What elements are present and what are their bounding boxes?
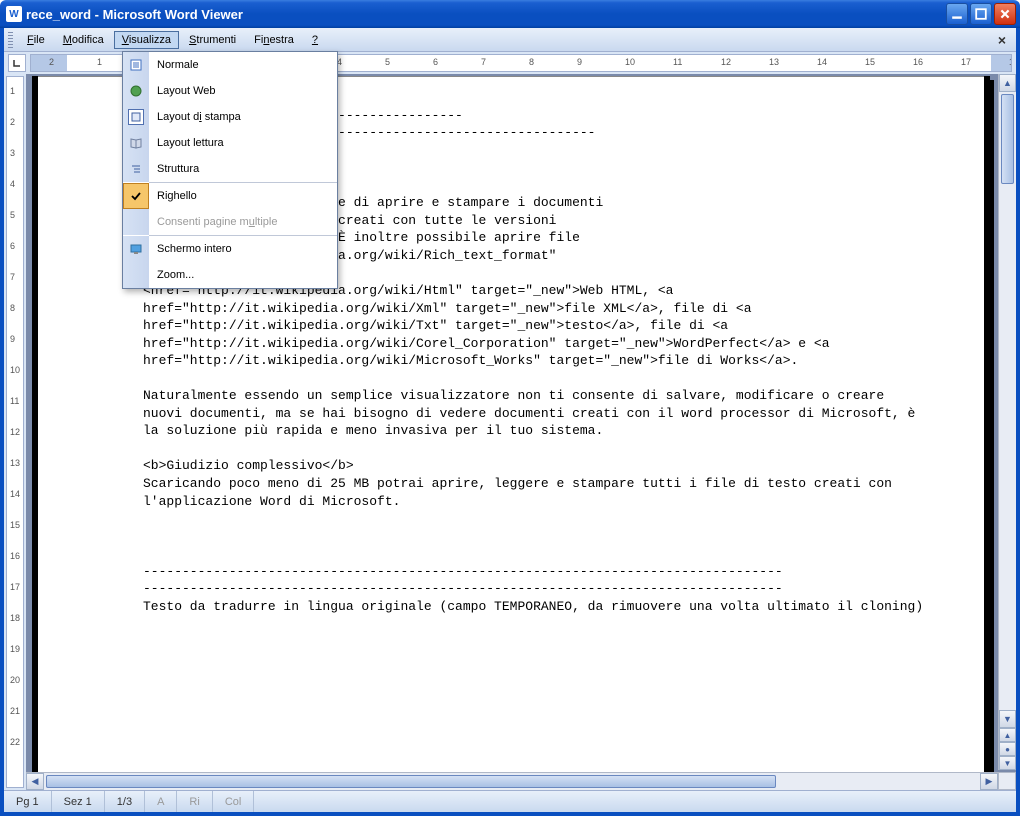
status-col: Col	[213, 791, 255, 812]
menu-file[interactable]: File	[19, 31, 53, 49]
horizontal-scrollbar[interactable]: ◀ ▶	[26, 772, 998, 790]
screen-icon	[128, 241, 144, 257]
menu-item-layout-web[interactable]: Layout Web	[123, 78, 337, 104]
scroll-right-button[interactable]: ▶	[980, 773, 998, 790]
window-frame: File Modifica Visualizza Strumenti Fines…	[0, 28, 1020, 816]
prev-page-button[interactable]: ▲	[999, 728, 1016, 742]
menu-finestra[interactable]: Finestra	[246, 31, 302, 49]
menu-item-pagine-multiple: Consenti pagine multiple	[123, 209, 337, 235]
globe-icon	[128, 83, 144, 99]
visualizza-dropdown: Normale Layout Web Layout di stampa Layo…	[122, 51, 338, 289]
status-bar: Pg 1 Sez 1 1/3 A Ri Col	[4, 790, 1016, 812]
vertical-scrollbar[interactable]: ▲ ▼ ▲ ● ▼	[998, 74, 1016, 770]
window-title: rece_word - Microsoft Word Viewer	[26, 7, 946, 22]
close-button[interactable]	[994, 3, 1016, 25]
status-page: Pg 1	[4, 791, 52, 812]
scroll-left-button[interactable]: ◀	[26, 773, 44, 790]
menu-visualizza[interactable]: Visualizza	[114, 31, 179, 49]
maximize-button[interactable]	[970, 3, 992, 25]
menu-modifica[interactable]: Modifica	[55, 31, 112, 49]
scroll-up-button[interactable]: ▲	[999, 74, 1016, 92]
tab-stop-button[interactable]	[8, 54, 26, 72]
menu-strumenti[interactable]: Strumenti	[181, 31, 244, 49]
next-page-button[interactable]: ▼	[999, 756, 1016, 770]
menu-item-layout-lettura[interactable]: Layout lettura	[123, 130, 337, 156]
status-section: Sez 1	[52, 791, 105, 812]
minimize-button[interactable]	[946, 3, 968, 25]
scroll-corner	[998, 772, 1016, 790]
scroll-down-button[interactable]: ▼	[999, 710, 1016, 728]
menu-item-righello[interactable]: Righello	[123, 183, 337, 209]
menu-bar: File Modifica Visualizza Strumenti Fines…	[4, 28, 1016, 52]
menu-item-normale[interactable]: Normale	[123, 52, 337, 78]
status-page-count: 1/3	[105, 791, 145, 812]
status-at: A	[145, 791, 177, 812]
ruler-margin-right	[991, 55, 1011, 71]
menu-item-zoom[interactable]: Zoom...	[123, 262, 337, 288]
menu-help[interactable]: ?	[304, 31, 326, 49]
close-pane-button[interactable]: ×	[992, 32, 1012, 48]
check-icon	[128, 188, 144, 204]
window-controls	[946, 3, 1016, 25]
browse-object-button[interactable]: ●	[999, 742, 1016, 756]
hscroll-thumb[interactable]	[46, 775, 776, 788]
vscroll-thumb[interactable]	[1001, 94, 1014, 184]
menu-item-struttura[interactable]: Struttura	[123, 156, 337, 182]
doc-icon	[128, 57, 144, 73]
book-icon	[128, 135, 144, 151]
menu-item-layout-stampa[interactable]: Layout di stampa	[123, 104, 337, 130]
toolbar-grip[interactable]	[8, 32, 13, 48]
menu-item-schermo-intero[interactable]: Schermo intero	[123, 236, 337, 262]
app-icon: W	[6, 6, 22, 22]
status-line: Ri	[177, 791, 212, 812]
outline-icon	[128, 161, 144, 177]
page-icon	[128, 109, 144, 125]
title-bar: W rece_word - Microsoft Word Viewer	[0, 0, 1020, 28]
vertical-ruler[interactable]: 12345678910111213141516171819202122	[4, 74, 26, 790]
